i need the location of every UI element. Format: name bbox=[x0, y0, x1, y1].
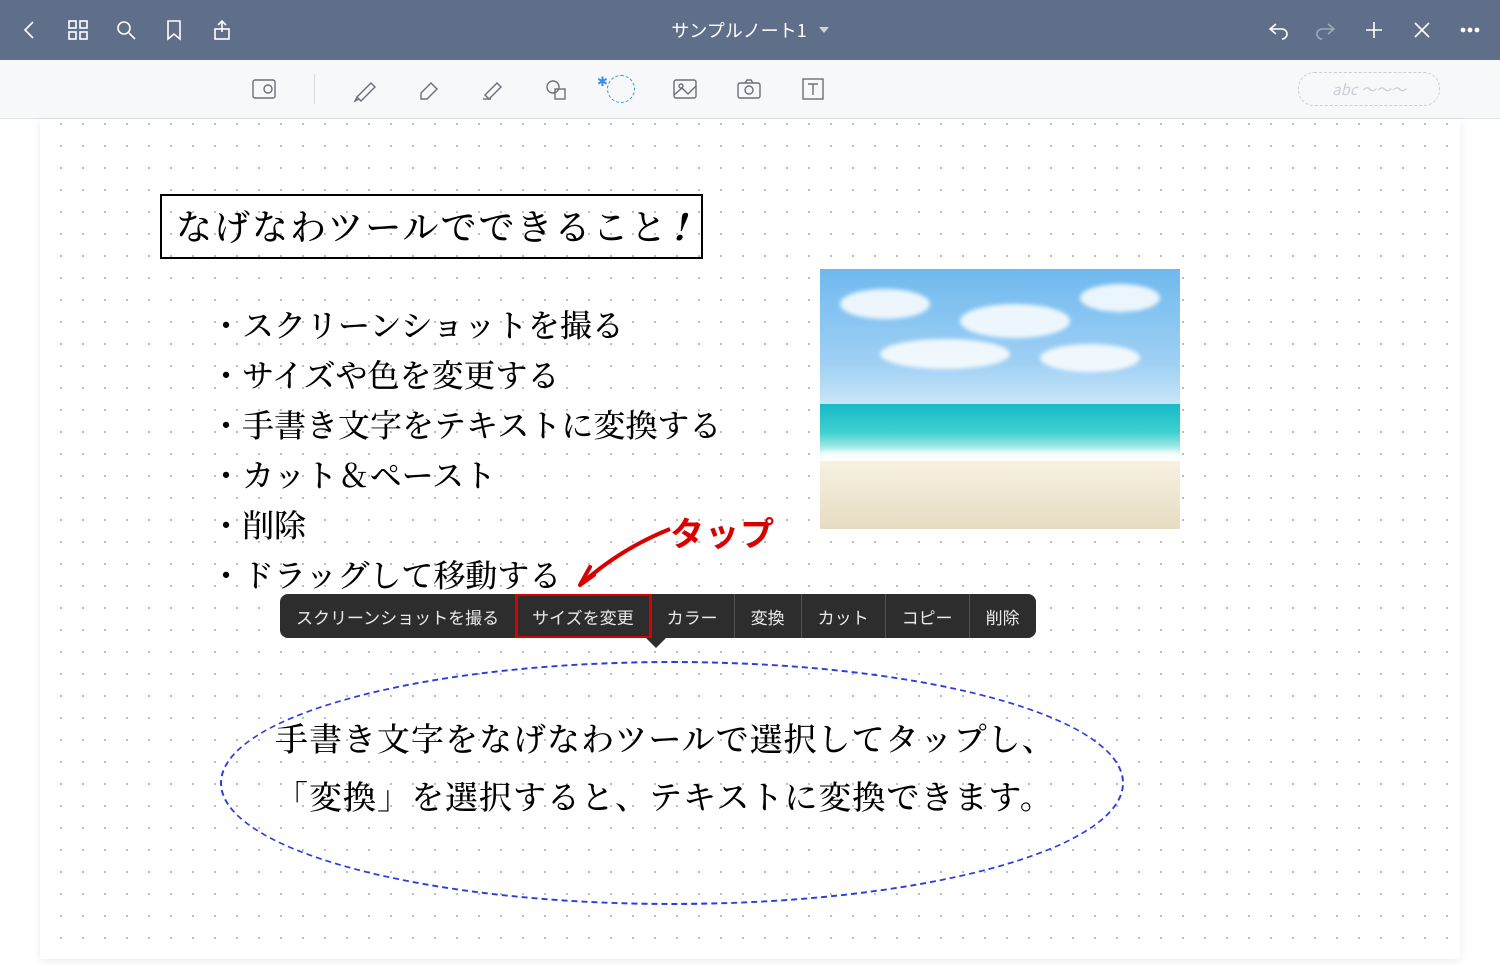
camera-icon[interactable] bbox=[735, 75, 763, 103]
note-title-text: なげなわツールでできること bbox=[176, 200, 669, 251]
more-icon[interactable] bbox=[1458, 18, 1482, 42]
context-menu-tail bbox=[646, 638, 666, 648]
undo-icon[interactable] bbox=[1266, 18, 1290, 42]
pen-icon[interactable] bbox=[351, 75, 379, 103]
selection-handwriting: 手書き文字をなげなわツールで選択してタップし、 「変換」を選択すると、テキストに… bbox=[275, 709, 1056, 825]
tool-strip: ✱ abc ～～～ bbox=[0, 60, 1500, 119]
navbar-left-group bbox=[18, 18, 234, 42]
zoom-mode-icon[interactable] bbox=[250, 75, 278, 103]
ctx-resize[interactable]: サイズを変更 bbox=[516, 594, 651, 638]
bluetooth-indicator-icon: ✱ bbox=[597, 71, 608, 90]
lasso-icon[interactable]: ✱ bbox=[607, 75, 635, 103]
handwriting-preview-pill[interactable]: abc ～～～ bbox=[1298, 72, 1440, 106]
bookmark-icon[interactable] bbox=[162, 18, 186, 42]
navbar-right-group bbox=[1266, 18, 1482, 42]
chevron-down-icon bbox=[819, 27, 829, 33]
close-icon[interactable] bbox=[1410, 18, 1434, 42]
ctx-screenshot[interactable]: スクリーンショットを撮る bbox=[280, 594, 516, 638]
bullet-item: ・サイズや色を変更する bbox=[210, 349, 721, 399]
ctx-copy[interactable]: コピー bbox=[886, 594, 970, 638]
note-title-exclaim: ! bbox=[673, 200, 688, 251]
navbar-title[interactable]: サンプルノート1 bbox=[258, 17, 1242, 43]
search-icon[interactable] bbox=[114, 18, 138, 42]
ctx-delete[interactable]: 削除 bbox=[970, 594, 1036, 638]
selection-line: 手書き文字をなげなわツールで選択してタップし、 bbox=[275, 709, 1056, 767]
add-icon[interactable] bbox=[1362, 18, 1386, 42]
beach-image[interactable] bbox=[820, 269, 1180, 529]
context-menu: スクリーンショットを撮る サイズを変更 カラー 変換 カット コピー 削除 bbox=[280, 594, 1036, 638]
eraser-icon[interactable] bbox=[415, 75, 443, 103]
tool-divider bbox=[314, 74, 315, 104]
text-icon[interactable] bbox=[799, 75, 827, 103]
abc-placeholder-text: abc ～～～ bbox=[1332, 79, 1406, 100]
highlighter-icon[interactable] bbox=[479, 75, 507, 103]
document-title: サンプルノート1 bbox=[671, 17, 806, 43]
tap-annotation-arrow bbox=[560, 519, 700, 599]
ctx-color[interactable]: カラー bbox=[651, 594, 735, 638]
selection-line: 「変換」を選択すると、テキストに変換できます。 bbox=[275, 767, 1056, 825]
bullet-item: ・カット＆ペースト bbox=[210, 449, 721, 499]
share-icon[interactable] bbox=[210, 18, 234, 42]
back-icon[interactable] bbox=[18, 18, 42, 42]
top-navbar: サンプルノート1 bbox=[0, 0, 1500, 60]
thumbnails-icon[interactable] bbox=[66, 18, 90, 42]
shape-icon[interactable] bbox=[543, 75, 571, 103]
ctx-convert[interactable]: 変換 bbox=[735, 594, 802, 638]
bullet-item: ・手書き文字をテキストに変換する bbox=[210, 399, 721, 449]
bullet-item: ・スクリーンショットを撮る bbox=[210, 299, 721, 349]
image-icon[interactable] bbox=[671, 75, 699, 103]
ctx-cut[interactable]: カット bbox=[802, 594, 886, 638]
redo-icon[interactable] bbox=[1314, 18, 1338, 42]
note-canvas[interactable]: なげなわツールでできること! ・スクリーンショットを撮る ・サイズや色を変更する… bbox=[40, 119, 1460, 959]
note-title-box: なげなわツールでできること! bbox=[160, 194, 703, 259]
